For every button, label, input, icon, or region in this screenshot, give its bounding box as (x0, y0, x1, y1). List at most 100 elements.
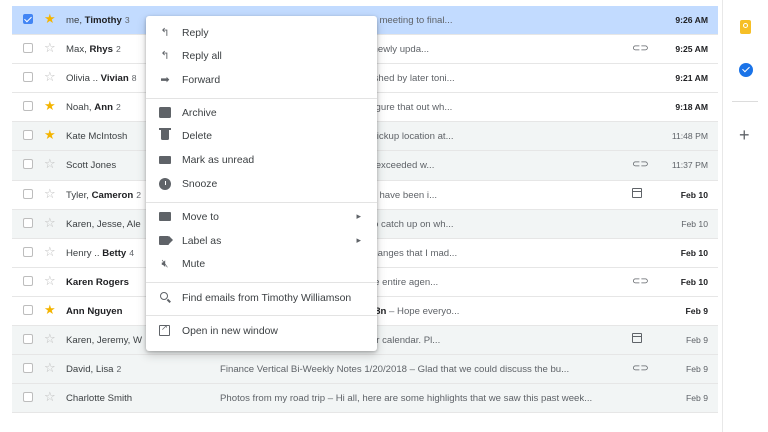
menu-item-archive[interactable]: Archive (146, 104, 377, 124)
star-icon[interactable]: ☆ (44, 273, 56, 288)
email-date: 9:25 AM (675, 44, 708, 55)
row-checkbox[interactable] (23, 72, 33, 83)
star-icon[interactable]: ☆ (44, 360, 56, 375)
star-icon[interactable]: ★ (44, 127, 56, 142)
menu-item-snooze[interactable]: Snooze (146, 175, 377, 195)
menu-item-forward[interactable]: ➡ Forward (146, 71, 377, 91)
menu-item-reply[interactable]: ↰ Reply (146, 24, 377, 44)
thread-count: 2 (115, 102, 121, 113)
sender-names: Olivia .. (66, 73, 101, 85)
menu-item-open-window[interactable]: Open in new window (146, 322, 377, 342)
email-subject-snippet: Photos from my road trip – Hi all, here … (220, 393, 632, 404)
email-snippet: – Hope everyo... (386, 305, 460, 317)
email-date: 11:37 PM (671, 160, 708, 171)
star-icon[interactable]: ☆ (44, 40, 56, 55)
thread-count: 2 (116, 364, 122, 375)
email-date: 9:18 AM (675, 102, 708, 113)
tasks-icon[interactable] (739, 63, 753, 77)
reply-all-icon: ↰ (160, 50, 170, 62)
sender-names: Kate McIntosh (66, 131, 128, 143)
email-subject-snippet: Finance Vertical Bi-Weekly Notes 1/20/20… (220, 364, 632, 375)
submenu-arrow-icon: ▸ (356, 211, 361, 221)
star-icon[interactable]: ☆ (44, 331, 56, 346)
email-row[interactable]: ☆ David, Lisa 2 Finance Vertical Bi-Weekly … (12, 355, 718, 385)
email-date: Feb 10 (680, 247, 708, 258)
search-icon (160, 292, 168, 300)
email-date: 9:21 AM (675, 73, 708, 84)
star-icon[interactable]: ☆ (44, 244, 56, 259)
menu-item-label: Delete (182, 131, 213, 142)
star-icon[interactable]: ☆ (44, 389, 56, 404)
sender-unread-name: Rhys (89, 44, 113, 56)
star-icon[interactable]: ☆ (44, 215, 56, 230)
menu-item-mute[interactable]: 🔇︎ Mute (146, 255, 377, 275)
plus-icon[interactable]: + (739, 126, 750, 144)
menu-item-mark-unread[interactable]: Mark as unread (146, 151, 377, 171)
row-checkbox[interactable] (23, 159, 33, 170)
menu-item-move-to[interactable]: Move to ▸ (146, 208, 377, 228)
menu-item-label: Find emails from Timothy Williamson (182, 293, 352, 304)
sender-names: Henry .. (66, 247, 103, 259)
row-checkbox[interactable] (23, 217, 33, 228)
sender-names: Max, (66, 44, 90, 56)
keep-icon[interactable] (740, 20, 751, 34)
email-snippet: Photos from my road trip – Hi all, here … (220, 393, 593, 405)
attachment-icon: ⊂⊃ (632, 159, 649, 171)
menu-item-label: Move to (182, 212, 219, 223)
side-panel-divider (722, 0, 723, 432)
attachment-icon: ⊂⊃ (632, 43, 649, 55)
star-icon[interactable]: ★ (44, 302, 56, 317)
row-checkbox[interactable] (23, 130, 33, 141)
row-checkbox[interactable] (23, 392, 33, 403)
thread-count: 8 (131, 73, 137, 84)
thread-count: 3 (124, 15, 130, 25)
folder-icon (159, 212, 171, 221)
sender-names: Tyler, (66, 189, 92, 201)
menu-item-delete[interactable]: Delete (146, 127, 377, 147)
email-date: Feb 9 (686, 364, 708, 375)
side-panel: + (722, 0, 768, 432)
email-date: Feb 9 (686, 335, 708, 346)
row-checkbox[interactable] (23, 363, 33, 374)
row-checkbox[interactable] (23, 334, 33, 345)
sender-names: Charlotte Smith (66, 393, 133, 405)
menu-item-reply-all[interactable]: ↰ Reply all (146, 47, 377, 67)
envelope-icon (159, 156, 171, 164)
menu-item-find-emails[interactable]: Find emails from Timothy Williamson (146, 289, 377, 309)
star-icon[interactable]: ☆ (44, 156, 56, 171)
menu-item-label-as[interactable]: Label as ▸ (146, 232, 377, 252)
star-icon[interactable]: ☆ (44, 69, 56, 84)
email-date: Feb 10 (680, 189, 708, 200)
row-checkbox[interactable] (23, 246, 33, 257)
menu-item-label: Open in new window (182, 326, 278, 337)
star-icon[interactable]: ★ (44, 98, 56, 113)
row-checkbox[interactable] (23, 188, 33, 199)
email-row[interactable]: ☆ Charlotte Smith Photos from my road trip… (12, 384, 718, 414)
email-sender: David, Lisa 2 (66, 364, 216, 375)
attachment-icon: ⊂⊃ (632, 363, 649, 375)
submenu-arrow-icon: ▸ (356, 235, 361, 245)
label-icon (159, 236, 173, 245)
thread-count: 2 (136, 189, 141, 200)
sender-unread-name: Cameron (91, 189, 134, 201)
sender-names: Scott Jones (66, 160, 117, 172)
menu-item-label: Mark as unread (182, 155, 255, 166)
menu-item-label: Forward (182, 75, 221, 86)
row-checkbox[interactable] (23, 101, 33, 112)
mute-icon: 🔇︎ (161, 258, 169, 270)
sender-unread-name: Karen Rogers (66, 276, 129, 288)
row-checkbox[interactable] (23, 304, 33, 315)
menu-divider (146, 315, 377, 316)
email-date: Feb 10 (680, 276, 708, 287)
menu-item-label: Mute (182, 259, 206, 270)
trash-icon (159, 128, 171, 140)
attachment-icon: ⊂⊃ (632, 275, 649, 287)
row-checkbox[interactable] (23, 43, 33, 54)
context-menu: ↰ Reply ↰ Reply all ➡ Forward Archive De… (146, 16, 377, 351)
star-icon[interactable]: ★ (44, 11, 56, 26)
open-in-new-icon (159, 323, 170, 336)
star-icon[interactable]: ☆ (44, 186, 56, 201)
row-checkbox[interactable] (23, 14, 33, 24)
sender-names: David, Lisa (66, 364, 114, 376)
row-checkbox[interactable] (23, 275, 33, 286)
